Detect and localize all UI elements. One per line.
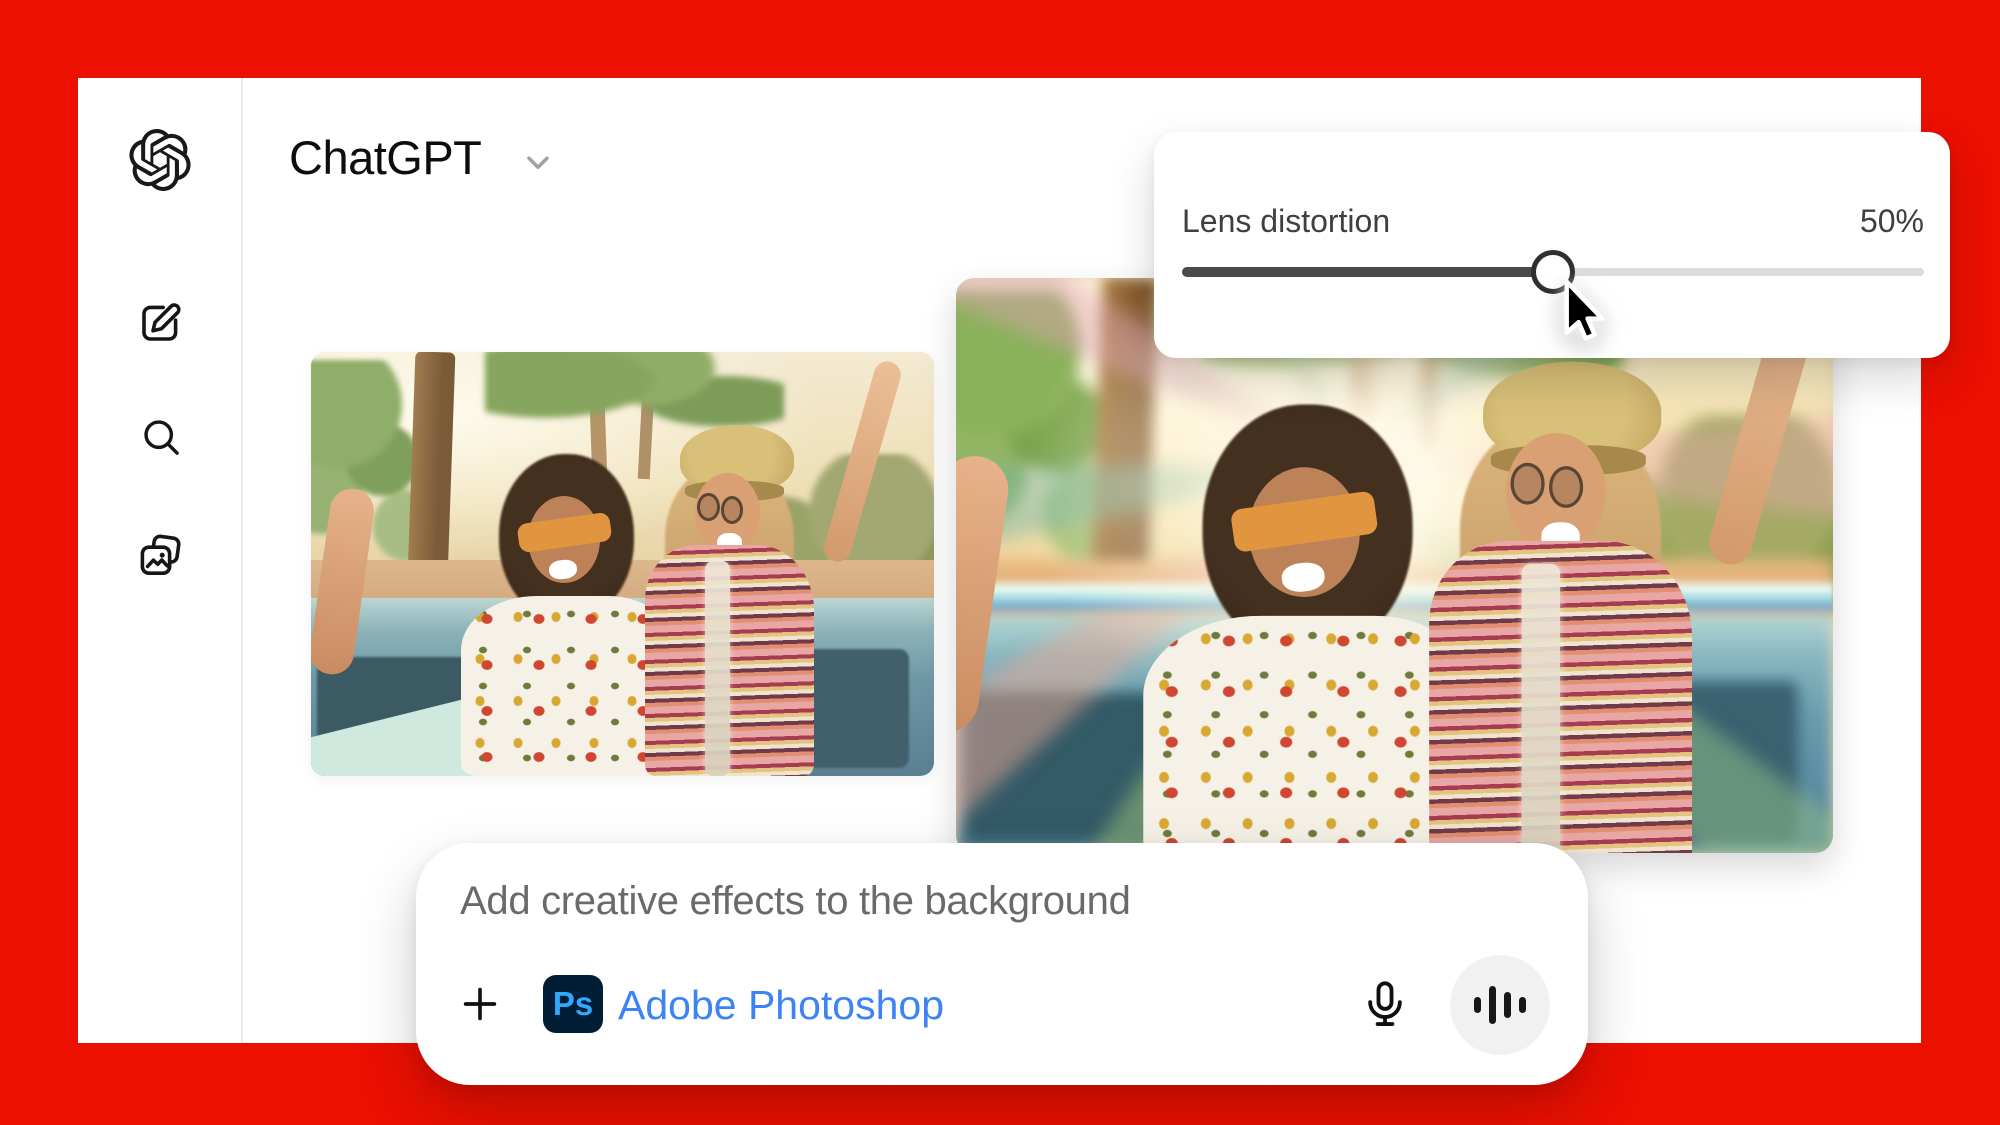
openai-logo-icon: [129, 129, 191, 191]
prompt-text[interactable]: Add creative effects to the background: [460, 879, 1131, 924]
photoshop-badge[interactable]: Ps: [543, 975, 603, 1033]
lens-distortion-value: 50%: [1859, 203, 1924, 239]
red-frame: ChatGPT Lens distortion 50% Add creative…: [0, 0, 2000, 1125]
composer-bar[interactable]: Add creative effects to the background P…: [416, 843, 1588, 1085]
photo-original-subjects: [311, 352, 934, 776]
photo-original: [311, 352, 934, 776]
chevron-down-icon[interactable]: [520, 144, 556, 180]
sidebar-divider: [241, 78, 243, 1043]
voice-mode-button[interactable]: [1450, 955, 1550, 1055]
photo-distorted-subjects: [956, 278, 1833, 853]
photo-distorted: [956, 278, 1833, 853]
plus-icon[interactable]: [457, 981, 503, 1027]
adobe-photoshop-link[interactable]: Adobe Photoshop: [618, 982, 944, 1029]
microphone-icon[interactable]: [1358, 977, 1412, 1031]
page-title[interactable]: ChatGPT: [289, 132, 482, 184]
search-icon[interactable]: [138, 414, 184, 460]
lens-distortion-label: Lens distortion: [1182, 203, 1391, 239]
new-chat-icon[interactable]: [136, 299, 184, 347]
voice-icon: [1474, 997, 1481, 1013]
sidebar: [78, 78, 241, 1043]
lens-slider-fill: [1182, 267, 1553, 277]
image-library-icon[interactable]: [136, 532, 184, 580]
photoshop-badge-label: Ps: [552, 985, 594, 1022]
mouse-cursor-icon: [1549, 275, 1611, 355]
